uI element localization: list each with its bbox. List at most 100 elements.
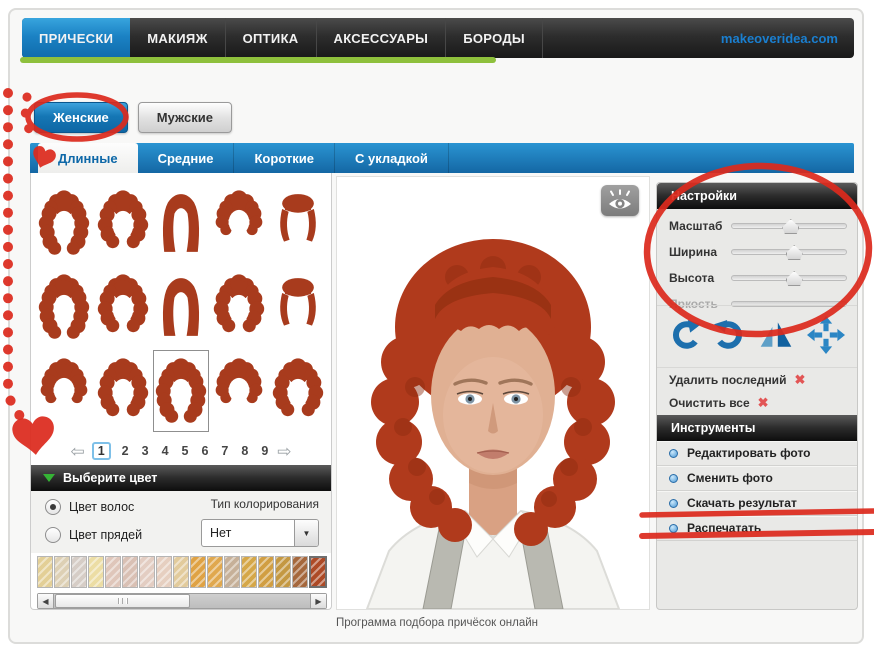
slider-track[interactable] <box>731 275 847 281</box>
clear-x-icon: ✖ <box>758 395 769 411</box>
page-number-7[interactable]: 7 <box>219 443 230 459</box>
tool-label: Скачать результат <box>687 496 797 510</box>
hairstyle-thumb[interactable] <box>93 265 151 349</box>
category-tab-korotkie[interactable]: Короткие <box>234 143 335 173</box>
coloring-type-select[interactable]: Нет ▼ <box>201 519 319 547</box>
model-photo <box>337 177 649 609</box>
scrollbar-thumb[interactable] <box>55 594 190 608</box>
slider-track[interactable] <box>731 223 847 229</box>
hair-color-swatch[interactable] <box>156 556 172 588</box>
nav-underline <box>20 57 496 63</box>
radio-hair-color[interactable]: Цвет волос <box>45 499 134 515</box>
slider-handle[interactable] <box>782 219 799 234</box>
page-number-5[interactable]: 5 <box>180 443 191 459</box>
tool-item-3[interactable]: Скачать результат <box>657 491 857 516</box>
nav-tab-borody[interactable]: БОРОДЫ <box>446 18 543 58</box>
sliders: МасштабШиринаВысотаЯркость <box>657 213 857 317</box>
page-number-6[interactable]: 6 <box>199 443 210 459</box>
hair-color-swatch[interactable] <box>88 556 104 588</box>
nav-tab-aksessuary[interactable]: АКСЕССУАРЫ <box>317 18 447 58</box>
hair-color-swatch[interactable] <box>71 556 87 588</box>
preview-eye-button[interactable] <box>601 185 639 216</box>
page-number-9[interactable]: 9 <box>259 443 270 459</box>
page-number-4[interactable]: 4 <box>160 443 171 459</box>
hairstyle-thumb[interactable] <box>35 181 93 265</box>
tool-item-2[interactable]: Сменить фото <box>657 466 857 491</box>
slider-handle[interactable] <box>786 271 803 286</box>
hairstyle-thumb[interactable] <box>35 265 93 349</box>
wig-icon <box>270 186 326 260</box>
page-next-icon[interactable]: ⇨ <box>277 443 291 460</box>
scrollbar-left-icon[interactable]: ◀ <box>38 594 54 608</box>
hairstyle-thumb[interactable] <box>210 265 268 349</box>
tool-item-1[interactable]: Редактировать фото <box>657 441 857 466</box>
delete-last-button[interactable]: Удалить последний ✖ <box>657 367 857 391</box>
nav-tab-optika[interactable]: ОПТИКА <box>226 18 317 58</box>
hair-color-swatch[interactable] <box>54 556 70 588</box>
slider-ширина: Ширина <box>657 239 857 265</box>
rotate-cw-icon[interactable] <box>714 320 746 350</box>
hair-color-swatch[interactable] <box>224 556 240 588</box>
category-tab-srednie[interactable]: Средние <box>138 143 235 173</box>
hairstyle-thumb[interactable] <box>152 349 210 433</box>
hairstyle-panel: ⇦ 123456789 ⇨ Выберите цвет Цвет волос Ц… <box>30 173 332 610</box>
hair-color-swatch[interactable] <box>173 556 189 588</box>
hair-color-swatch[interactable] <box>241 556 257 588</box>
scrollbar-right-icon[interactable]: ▶ <box>310 594 326 608</box>
radio-circle-hair[interactable] <box>45 499 61 515</box>
hair-color-swatch[interactable] <box>258 556 274 588</box>
site-domain[interactable]: makeoveridea.com <box>721 31 854 46</box>
clear-all-button[interactable]: Очистить все ✖ <box>657 391 857 415</box>
move-arrows-icon[interactable] <box>807 316 845 354</box>
hair-color-swatch[interactable] <box>190 556 206 588</box>
color-options: Цвет волос Цвет прядей Тип колорирования… <box>31 491 331 553</box>
category-tab-dlinnye[interactable]: Длинные <box>38 143 138 173</box>
hairstyle-thumb[interactable] <box>210 181 268 265</box>
gender-button-female[interactable]: Женские <box>34 102 128 133</box>
page-prev-icon[interactable]: ⇦ <box>70 443 84 460</box>
color-section-header[interactable]: Выберите цвет <box>31 465 331 491</box>
gender-button-male[interactable]: Мужские <box>138 102 232 133</box>
hairstyle-thumb[interactable] <box>210 349 268 433</box>
radio-circle-strand[interactable] <box>45 527 61 543</box>
delete-x-icon: ✖ <box>794 372 805 388</box>
slider-handle[interactable] <box>786 245 803 260</box>
hairstyle-thumb[interactable] <box>93 349 151 433</box>
rotate-ccw-icon[interactable] <box>669 320 701 350</box>
hair-color-swatch[interactable] <box>37 556 53 588</box>
slider-track[interactable] <box>731 249 847 255</box>
hair-color-swatch[interactable] <box>139 556 155 588</box>
nav-tab-makiyazh[interactable]: МАКИЯЖ <box>130 18 225 58</box>
hairstyle-thumb[interactable] <box>269 265 327 349</box>
hair-color-swatch[interactable] <box>207 556 223 588</box>
eye-icon <box>606 189 634 213</box>
page-number-2[interactable]: 2 <box>120 443 131 459</box>
hairstyle-thumb[interactable] <box>269 181 327 265</box>
category-tab-s-ukladkoy[interactable]: С укладкой <box>335 143 449 173</box>
makeover-app: ПРИЧЕСКИМАКИЯЖОПТИКААКСЕССУАРЫБОРОДЫ mak… <box>0 0 874 650</box>
page-number-3[interactable]: 3 <box>140 443 151 459</box>
tool-item-4[interactable]: Распечатать <box>657 516 857 541</box>
wig-icon <box>211 270 267 344</box>
swatch-scrollbar[interactable]: ◀ ▶ <box>37 593 327 609</box>
select-dropdown-button[interactable]: ▼ <box>294 520 318 546</box>
hair-color-swatch[interactable] <box>292 556 308 588</box>
hairstyle-thumb[interactable] <box>152 181 210 265</box>
wig-icon <box>270 270 326 344</box>
hairstyle-thumb[interactable] <box>35 349 93 433</box>
hairstyle-thumb[interactable] <box>269 349 327 433</box>
flip-horizontal-icon[interactable] <box>758 321 794 349</box>
slider-label: Высота <box>669 271 731 285</box>
page-number-1[interactable]: 1 <box>92 442 111 460</box>
page-number-8[interactable]: 8 <box>239 443 250 459</box>
hair-color-swatch[interactable] <box>275 556 291 588</box>
hairstyle-thumb[interactable] <box>152 265 210 349</box>
hairstyle-thumb[interactable] <box>93 181 151 265</box>
hair-color-swatch[interactable] <box>122 556 138 588</box>
radio-strand-color[interactable]: Цвет прядей <box>45 527 142 543</box>
radio-strand-label: Цвет прядей <box>69 528 142 542</box>
hair-color-swatch[interactable] <box>105 556 121 588</box>
hair-color-swatch[interactable] <box>309 556 327 588</box>
nav-tab-pricheski[interactable]: ПРИЧЕСКИ <box>22 18 130 58</box>
wig-icon <box>36 354 92 428</box>
